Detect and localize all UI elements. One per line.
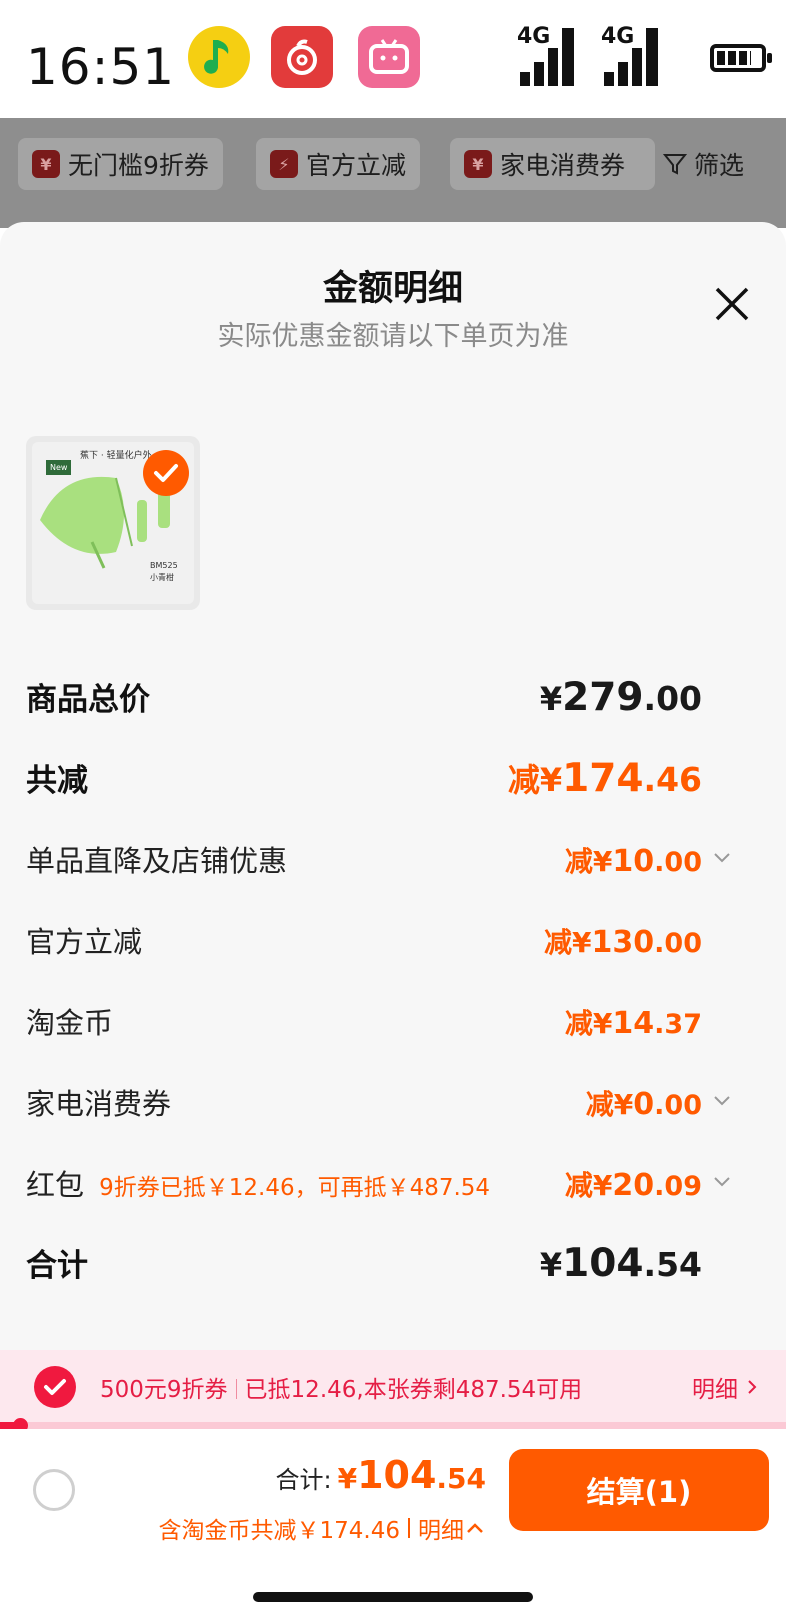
- row-label: 共减: [26, 763, 88, 799]
- coupon-name: 500元9折券: [100, 1377, 228, 1403]
- select-all-checkbox[interactable]: [33, 1469, 75, 1511]
- row-amount: 减¥174.46: [507, 756, 702, 801]
- signal-icon: [520, 28, 574, 86]
- chevron-down-icon[interactable]: [712, 1172, 732, 1192]
- row-total-discount: 共减 减¥174.46: [26, 755, 702, 801]
- product-model-code: BM525: [150, 561, 178, 570]
- row-label: 合计: [26, 1248, 88, 1284]
- check-icon: [154, 464, 178, 482]
- total-label: 合计:: [275, 1466, 332, 1494]
- row-label: 家电消费券: [26, 1087, 172, 1121]
- coupon-detail-text: 已抵12.46,本张券剩487.54可用: [244, 1377, 583, 1403]
- row-amount: ¥104.54: [539, 1241, 702, 1286]
- coupon-usage-progress: [0, 1418, 786, 1433]
- row-amount: 减¥0.00: [586, 1083, 730, 1123]
- home-indicator[interactable]: [253, 1592, 533, 1602]
- row-store-discount[interactable]: 单品直降及店铺优惠 减¥10.00: [26, 838, 730, 880]
- product-model-name: 小青柑: [150, 573, 174, 582]
- signal-icon: [604, 28, 658, 86]
- status-bar: 16:51 4G 4G: [0, 0, 786, 118]
- saved-amount-link[interactable]: 含淘金币共减￥174.46 明细: [159, 1511, 486, 1545]
- row-taojinbi: 淘金币 减¥14.37: [26, 1000, 702, 1042]
- filter-bar: ¥ 无门槛9折券 ⚡ 官方立减 ¥ 家电消费券 筛选: [0, 118, 786, 228]
- row-label-group: 红包 9折券已抵￥12.46，可再抵￥487.54: [26, 1162, 490, 1204]
- chevron-up-icon: [467, 1523, 483, 1533]
- checkout-total: 合计: ¥104.54: [275, 1453, 486, 1497]
- filter-chip-discount-coupon[interactable]: ¥ 无门槛9折券: [18, 138, 223, 190]
- row-amount: 减¥130.00: [544, 925, 702, 960]
- checkout-bar: 合计: ¥104.54 含淘金币共减￥174.46 明细 结算(1): [0, 1429, 786, 1619]
- saved-divider: [408, 1518, 410, 1538]
- row-note: 9折券已抵￥12.46，可再抵￥487.54: [99, 1175, 491, 1201]
- close-icon[interactable]: [712, 284, 752, 324]
- chevron-right-icon: [748, 1380, 757, 1394]
- battery-icon: [710, 44, 772, 72]
- status-time: 16:51: [26, 38, 176, 96]
- qq-music-icon: [188, 26, 250, 88]
- filter-chip-label: 无门槛9折券: [68, 151, 209, 180]
- row-label: 红包: [26, 1168, 85, 1202]
- row-red-packet[interactable]: 红包 9折券已抵￥12.46，可再抵￥487.54 减¥20.09: [26, 1162, 730, 1204]
- sheet-subtitle: 实际优惠金额请以下单页为准: [217, 321, 569, 352]
- bilibili-icon: [358, 26, 420, 88]
- yuan-coupon-icon: ¥: [464, 150, 492, 178]
- row-grand-total: 合计 ¥104.54: [26, 1240, 702, 1286]
- chevron-down-icon[interactable]: [712, 1091, 732, 1111]
- row-label: 淘金币: [26, 1006, 114, 1040]
- total-amount: ¥104.54: [337, 1453, 486, 1497]
- checkout-button[interactable]: 结算(1): [509, 1449, 769, 1531]
- chevron-down-icon[interactable]: [712, 848, 732, 868]
- row-amount: 减¥10.00: [565, 840, 730, 880]
- yuan-coupon-icon: ¥: [32, 150, 60, 178]
- row-label: 商品总价: [26, 682, 150, 718]
- coupon-text: 500元9折券 已抵12.46,本张券剩487.54可用: [100, 1370, 582, 1404]
- filter-chip-label: 家电消费券: [500, 151, 626, 180]
- coupon-bar: 500元9折券 已抵12.46,本张券剩487.54可用 明细: [0, 1350, 786, 1422]
- filter-chip-label: 官方立减: [306, 151, 407, 180]
- coupon-detail-label: 明细: [692, 1377, 738, 1403]
- row-item-total: 商品总价 ¥279.00: [26, 674, 702, 720]
- check-icon: [44, 1379, 66, 1395]
- filter-button[interactable]: 筛选: [662, 138, 744, 190]
- coupon-detail-link[interactable]: 明细: [692, 1370, 759, 1404]
- lightning-icon: ⚡: [270, 150, 298, 178]
- row-label: 官方立减: [26, 925, 143, 959]
- saved-detail-label: 明细: [418, 1518, 464, 1544]
- row-official-discount: 官方立减 减¥130.00: [26, 919, 702, 961]
- row-amount: ¥279.00: [539, 675, 702, 720]
- funnel-icon: [662, 154, 688, 175]
- netease-music-icon: [271, 26, 333, 88]
- filter-label: 筛选: [694, 151, 745, 180]
- sheet-title: 金额明细: [322, 269, 463, 309]
- product-model: BM525 小青柑: [150, 560, 178, 584]
- product-thumbnail[interactable]: 蕉下 · 轻量化户外 New BM525 小青柑: [26, 436, 200, 610]
- product-selected-checkbox[interactable]: [143, 450, 189, 496]
- row-appliance-coupon[interactable]: 家电消费券 减¥0.00: [26, 1081, 730, 1123]
- row-label: 单品直降及店铺优惠: [26, 844, 288, 878]
- coupon-divider: [235, 1379, 237, 1399]
- row-amount: 减¥14.37: [564, 1006, 702, 1041]
- filter-chip-official-discount[interactable]: ⚡ 官方立减: [256, 138, 421, 190]
- filter-chip-appliance-coupon[interactable]: ¥ 家电消费券: [450, 138, 655, 190]
- row-amount: 减¥20.09: [565, 1164, 730, 1204]
- coupon-checkbox[interactable]: [34, 1366, 76, 1408]
- saved-text: 含淘金币共减￥174.46: [158, 1518, 400, 1544]
